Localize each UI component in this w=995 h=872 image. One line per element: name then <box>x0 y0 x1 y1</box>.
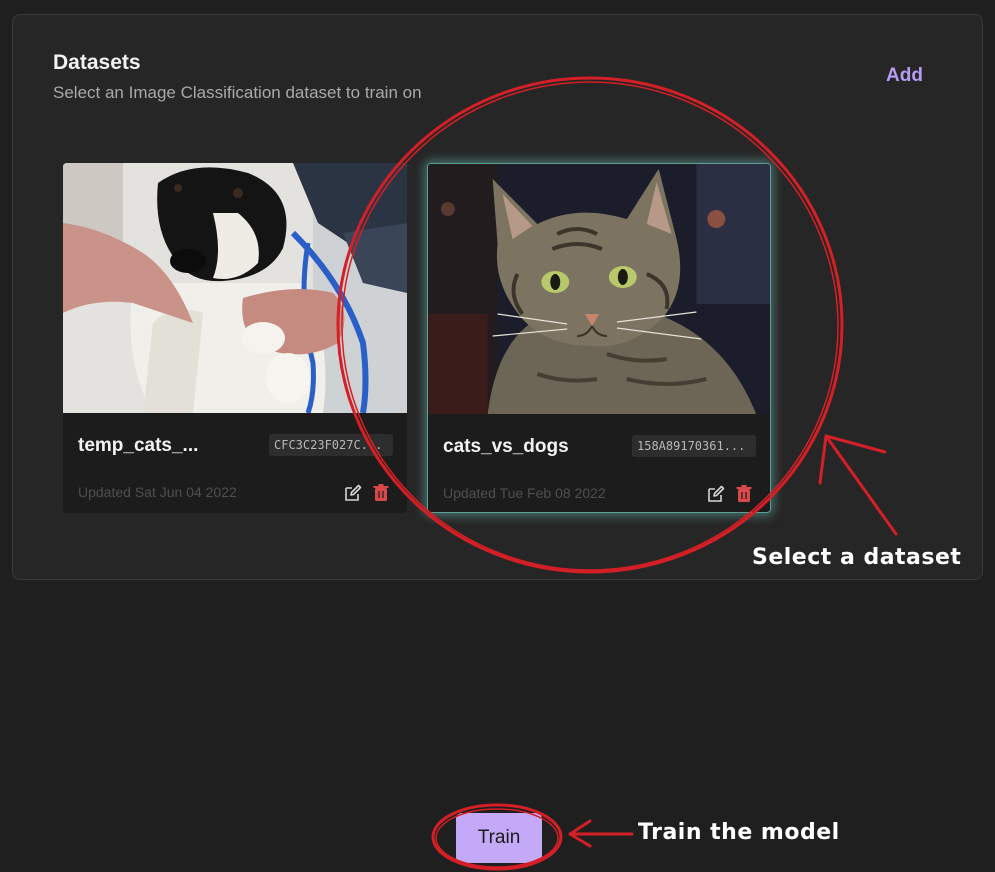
datasets-panel: Datasets Select an Image Classification … <box>12 14 983 580</box>
edit-icon[interactable] <box>343 483 363 503</box>
dataset-updated-date: Updated Tue Feb 08 2022 <box>443 485 606 501</box>
select-dataset-annotation-text: Select a dataset <box>752 545 962 570</box>
dataset-card-selected[interactable]: cats_vs_dogs 158A89170361... Updated Tue… <box>427 163 771 513</box>
add-dataset-button[interactable]: Add <box>886 65 923 87</box>
dataset-thumbnail <box>428 164 770 414</box>
train-button[interactable]: Train <box>456 813 542 863</box>
train-model-annotation-text: Train the model <box>638 820 840 845</box>
panel-title: Datasets <box>53 51 141 74</box>
trash-icon[interactable] <box>734 484 754 504</box>
dataset-id-badge: 158A89170361... <box>632 435 756 457</box>
dataset-id-badge: CFC3C23F027C... <box>269 434 393 456</box>
dataset-name: cats_vs_dogs <box>443 436 569 457</box>
dataset-thumbnail <box>63 163 407 413</box>
train-arrow-annotation <box>568 819 634 848</box>
dataset-updated-date: Updated Sat Jun 04 2022 <box>78 484 237 500</box>
trash-icon[interactable] <box>371 483 391 503</box>
edit-icon[interactable] <box>706 484 726 504</box>
dataset-name: temp_cats_... <box>78 435 199 456</box>
dataset-card[interactable]: temp_cats_... CFC3C23F027C... Updated Sa… <box>63 163 407 513</box>
panel-subtitle: Select an Image Classification dataset t… <box>53 83 422 102</box>
